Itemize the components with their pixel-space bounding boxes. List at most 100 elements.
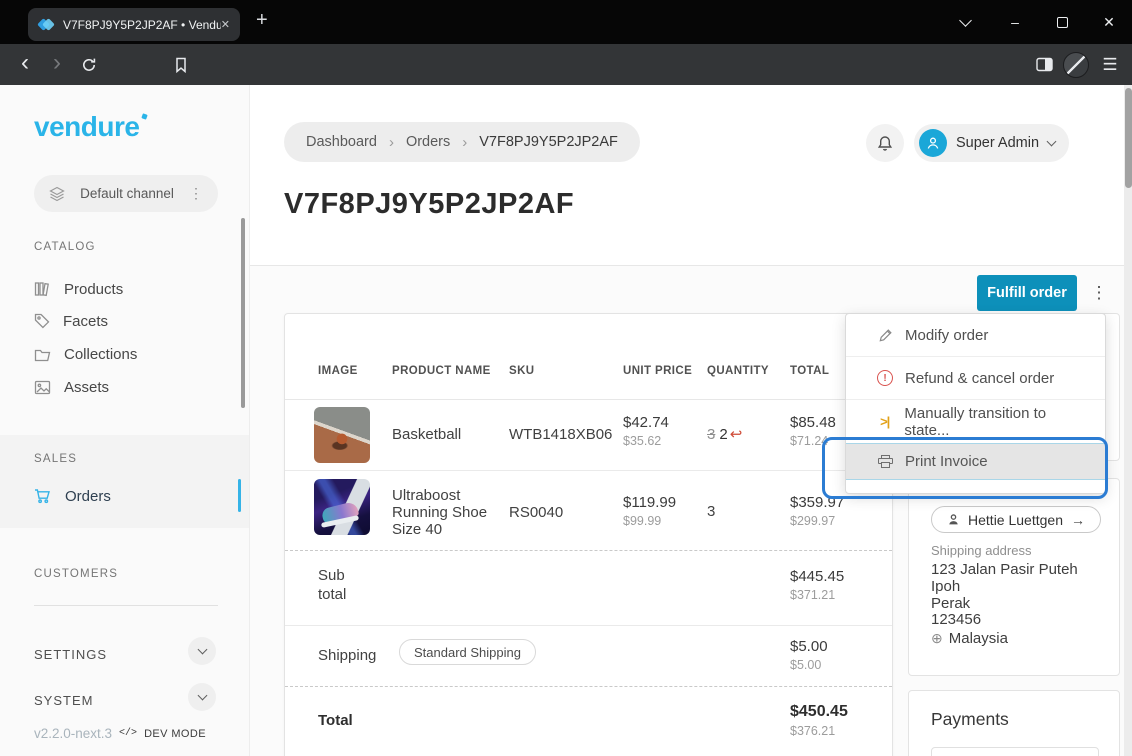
back-button[interactable]: ‹ [10, 44, 40, 85]
breadcrumb-separator: › [462, 134, 467, 151]
subtotal-net: $371.21 [790, 588, 844, 602]
shipping-value: $5.00 [790, 638, 828, 655]
section-label-system: SYSTEM [34, 693, 93, 708]
fulfill-order-button[interactable]: Fulfill order [977, 275, 1077, 311]
tab-title: V7F8PJ9Y5P2JP2AF • Vendure [63, 18, 221, 32]
product-sku: WTB1418XB06 [509, 426, 612, 443]
pencil-icon [876, 328, 894, 343]
warning-icon: ! [876, 370, 894, 386]
vendure-logo: vendure [34, 111, 139, 143]
menu-item-refund-cancel[interactable]: ! Refund & cancel order [846, 357, 1105, 400]
product-image-basketball[interactable] [314, 407, 370, 463]
country-row: ⊕ Malaysia [931, 630, 1008, 647]
profile-avatar[interactable] [1060, 44, 1092, 85]
shipping-address-label: Shipping address [931, 543, 1031, 558]
browser-tab[interactable]: V7F8PJ9Y5P2JP2AF • Vendure ✕ [28, 8, 240, 41]
user-menu[interactable]: Super Admin [914, 124, 1069, 162]
notifications-button[interactable] [866, 124, 904, 162]
tab-close-icon[interactable]: ✕ [221, 18, 230, 31]
sidebar-scrollbar[interactable] [241, 218, 245, 408]
globe-icon: ⊕ [931, 630, 943, 647]
table-row: Ultraboost Running Shoe Size 40 RS0040 $… [285, 471, 892, 551]
tag-icon [34, 313, 50, 329]
unit-price: $119.99 [623, 494, 676, 511]
quantity-old: 3 [707, 426, 715, 443]
window-maximize-button[interactable] [1039, 0, 1085, 44]
quantity-cell: 32↩ [707, 425, 742, 443]
split-view-icon[interactable] [1028, 44, 1060, 85]
breadcrumb-orders[interactable]: Orders [406, 134, 450, 150]
menu-item-modify-order[interactable]: Modify order [846, 314, 1105, 357]
cart-icon [34, 488, 52, 504]
channel-menu-icon[interactable]: ⋮ [189, 185, 203, 202]
settings-collapse-button[interactable] [188, 637, 216, 665]
breadcrumb: Dashboard › Orders › V7F8PJ9Y5P2JP2AF [284, 122, 640, 162]
window-minimize-button[interactable]: – [992, 0, 1038, 44]
app-sidebar: vendure Default channel ⋮ CATALOG Produc… [0, 85, 250, 756]
order-actions-kebab-icon[interactable]: ⋮ [1088, 278, 1110, 308]
section-label-sales: SALES [34, 453, 77, 465]
product-image-shoe[interactable] [314, 479, 370, 535]
system-collapse-button[interactable] [188, 683, 216, 711]
product-name[interactable]: Ultraboost Running Shoe Size 40 [392, 487, 504, 538]
col-header-product-name: PRODUCT NAME [392, 365, 491, 377]
total-value: $450.45 [790, 703, 848, 721]
bell-icon [877, 135, 893, 152]
unit-price-net: $35.62 [623, 434, 669, 448]
browser-menu-icon[interactable]: ☰ [1094, 44, 1126, 85]
payments-card: Payments [908, 690, 1120, 756]
unit-price-net: $99.99 [623, 514, 676, 528]
customer-link[interactable]: Hettie Luettgen → [931, 506, 1101, 533]
total-label: Total [318, 712, 353, 729]
section-label-customers: CUSTOMERS [34, 568, 118, 580]
table-row: Basketball WTB1418XB06 $42.74 $35.62 32↩… [285, 399, 892, 471]
user-name: Super Admin [956, 135, 1039, 151]
forward-button[interactable]: › [42, 44, 72, 85]
shipping-net: $5.00 [790, 658, 828, 672]
channel-label: Default channel [76, 186, 178, 201]
layers-icon [49, 186, 65, 202]
sidebar-item-products[interactable]: Products [34, 273, 123, 305]
sidebar-item-collections[interactable]: Collections [34, 338, 137, 370]
sidebar-item-facets[interactable]: Facets [34, 305, 108, 337]
browser-window: V7F8PJ9Y5P2JP2AF • Vendure ✕ + – ✕ ‹ › i… [0, 0, 1132, 756]
line-total: $85.48 [790, 414, 836, 431]
subtotal-label: Sub total [318, 566, 366, 604]
col-header-sku: SKU [509, 365, 534, 377]
customer-card: Hettie Luettgen → Shipping address 123 J… [908, 478, 1120, 676]
product-name[interactable]: Basketball [392, 426, 461, 443]
product-sku: RS0040 [509, 504, 563, 521]
browser-tabstrip: V7F8PJ9Y5P2JP2AF • Vendure ✕ + – ✕ [0, 0, 1132, 44]
app-version: v2.2.0-next.3 [34, 726, 112, 741]
bookmark-icon[interactable] [166, 44, 196, 85]
section-label-catalog: CATALOG [34, 241, 96, 253]
dev-mode-label: DEV MODE [144, 728, 206, 740]
window-menu-chevron-icon[interactable] [942, 0, 988, 44]
total-net: $376.21 [790, 724, 848, 738]
quantity-cell: 3 [707, 503, 715, 520]
sidebar-footer: v2.2.0-next.3 </> DEV MODE [34, 726, 206, 741]
shipping-address: 123 Jalan Pasir Puteh Ipoh Perak 123456 [931, 562, 1078, 629]
quantity-new: 2 [719, 426, 727, 443]
browser-toolbar: ‹ › i localhost:3000/admin/orders/3 [0, 44, 1132, 85]
window-close-button[interactable]: ✕ [1086, 0, 1132, 44]
sidebar-item-orders[interactable]: Orders [34, 480, 111, 512]
sidebar-divider [34, 605, 218, 606]
page-scrollbar[interactable] [1124, 85, 1132, 756]
new-tab-button[interactable]: + [256, 9, 268, 32]
breadcrumb-dashboard[interactable]: Dashboard [306, 134, 377, 150]
sidebar-item-assets[interactable]: Assets [34, 371, 109, 403]
total-row: Total $450.45 $376.21 [285, 687, 892, 756]
payment-detail-box [931, 747, 1099, 756]
code-icon: </> [119, 728, 137, 739]
folder-icon [34, 347, 51, 362]
products-icon [34, 281, 51, 297]
channel-switcher[interactable]: Default channel ⋮ [34, 175, 218, 212]
reload-button[interactable] [74, 44, 104, 85]
page-scrollbar-thumb[interactable] [1125, 88, 1132, 188]
image-icon [34, 380, 51, 395]
transition-icon: >| [876, 414, 893, 429]
logo-mark [142, 113, 148, 119]
subtotal-row: Sub total $445.45 $371.21 [285, 551, 892, 626]
col-header-quantity: QUANTITY [707, 365, 769, 377]
